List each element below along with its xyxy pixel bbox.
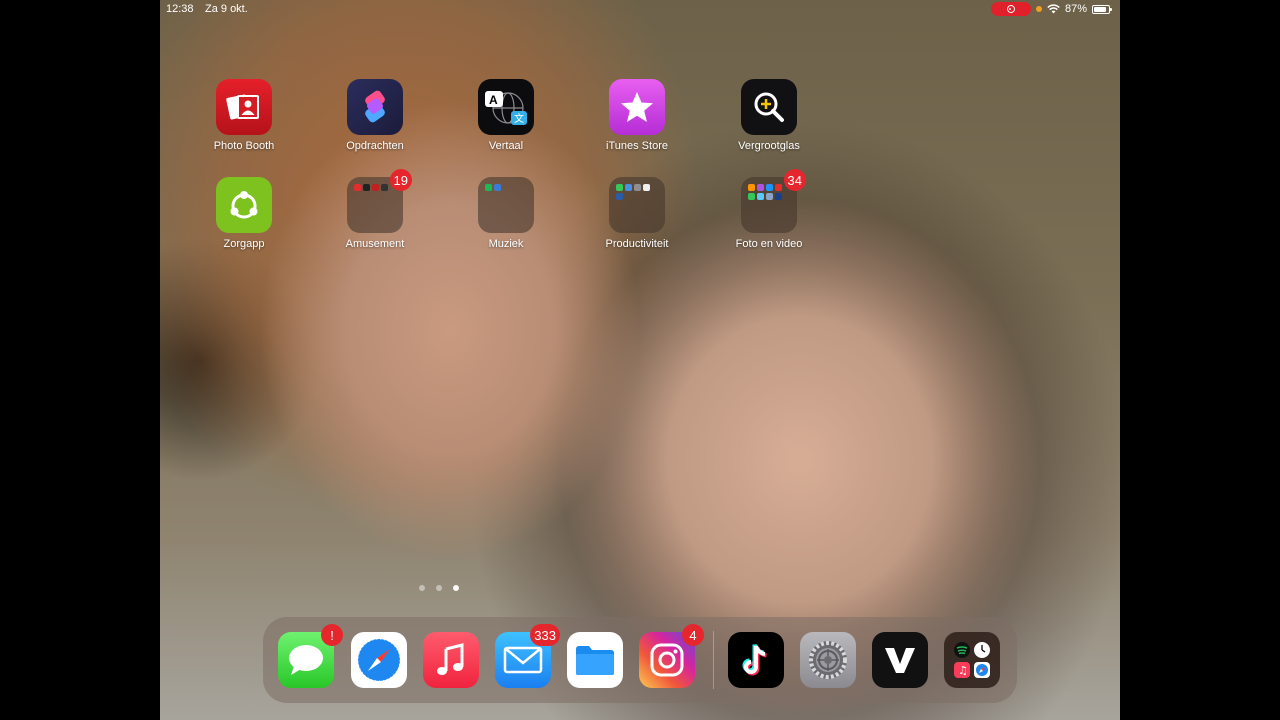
svg-text:♫: ♫ [958,664,968,677]
folder-icon [478,177,534,233]
page-dot[interactable] [436,585,442,591]
app-label: Zorgapp [223,238,265,250]
app-opdrachten[interactable]: Opdrachten [325,79,425,152]
dock-app-messages[interactable]: ! [278,624,343,688]
page-dot[interactable] [453,585,459,591]
photo-booth-icon [216,79,272,135]
screen-recording-icon[interactable] [990,2,1031,16]
mic-indicator-icon [1035,6,1042,12]
app-label: Vertaal [488,140,524,152]
app-label: Photo Booth [213,140,275,152]
notification-badge: 4 [682,624,704,646]
envelope-icon: 333 [495,624,560,688]
speech-bubble-icon: ! [278,624,343,688]
star-icon [609,79,665,135]
folder-label: Muziek [488,238,524,250]
dock-app-mail[interactable]: 333 [495,624,560,688]
folder-muziek[interactable]: Muziek [456,177,556,250]
status-right: 87% [990,2,1112,16]
folder-icon: 34 [741,169,806,233]
dock-app-music[interactable] [423,632,479,688]
tiktok-icon [728,632,784,688]
folder-foto-en-video[interactable]: 34 Foto en video [719,169,819,250]
v-logo-icon [872,632,928,688]
translate-icon: A 文 [478,79,534,135]
wifi-icon [1047,4,1060,14]
app-vergrootglas[interactable]: Vergrootglas [719,79,819,152]
dock-divider [713,631,714,689]
svg-text:文: 文 [514,112,524,125]
compass-icon [351,632,407,688]
dock-app-tiktok[interactable] [728,632,784,688]
dock-app-instagram[interactable]: 4 [639,624,704,688]
dock-app-safari[interactable] [351,632,407,688]
camera-icon: 4 [639,624,704,688]
dock-recent-apps[interactable]: ♫ [944,632,1000,688]
app-zorgapp[interactable]: Zorgapp [194,177,294,250]
notification-badge: 333 [530,624,560,646]
ipad-home-screen: 12:38 Za 9 okt. 87% Photo Booth Opdracht… [160,0,1120,720]
folder-productiviteit[interactable]: Productiviteit [587,177,687,250]
shortcuts-icon [347,79,403,135]
dock: ! 333 4 ♫ [263,617,1017,703]
magnifier-icon [741,79,797,135]
folder-label: Foto en video [735,238,803,250]
app-label: Opdrachten [346,140,404,152]
folder-label: Amusement [345,238,405,250]
status-time: 12:38 [166,3,194,15]
zorgapp-icon [216,177,272,233]
notification-badge: ! [321,624,343,646]
folder-icon [609,177,665,233]
folder-label: Productiviteit [605,238,669,250]
folder-amusement[interactable]: 19 Amusement [325,169,425,250]
svg-text:A: A [489,93,498,107]
app-itunes-store[interactable]: iTunes Store [587,79,687,152]
app-label: Vergrootglas [738,140,800,152]
music-note-icon [423,632,479,688]
dock-app-files[interactable] [567,632,623,688]
status-date: Za 9 okt. [205,3,248,15]
app-library-icon: ♫ [944,632,1000,688]
status-bar: 12:38 Za 9 okt. 87% [160,0,1120,18]
app-vertaal[interactable]: A 文 Vertaal [456,79,556,152]
app-photo-booth[interactable]: Photo Booth [194,79,294,152]
dock-app-settings[interactable] [800,632,856,688]
page-dot[interactable] [419,585,425,591]
battery-icon [1092,4,1112,14]
folder-icon: 19 [347,169,412,233]
folder-icon [567,632,623,688]
page-indicator[interactable] [419,585,459,591]
dock-app-vivino[interactable] [872,632,928,688]
notification-badge: 34 [783,169,806,191]
battery-percent: 87% [1064,3,1087,15]
app-label: iTunes Store [606,140,668,152]
gear-icon [800,632,856,688]
notification-badge: 19 [389,169,412,191]
